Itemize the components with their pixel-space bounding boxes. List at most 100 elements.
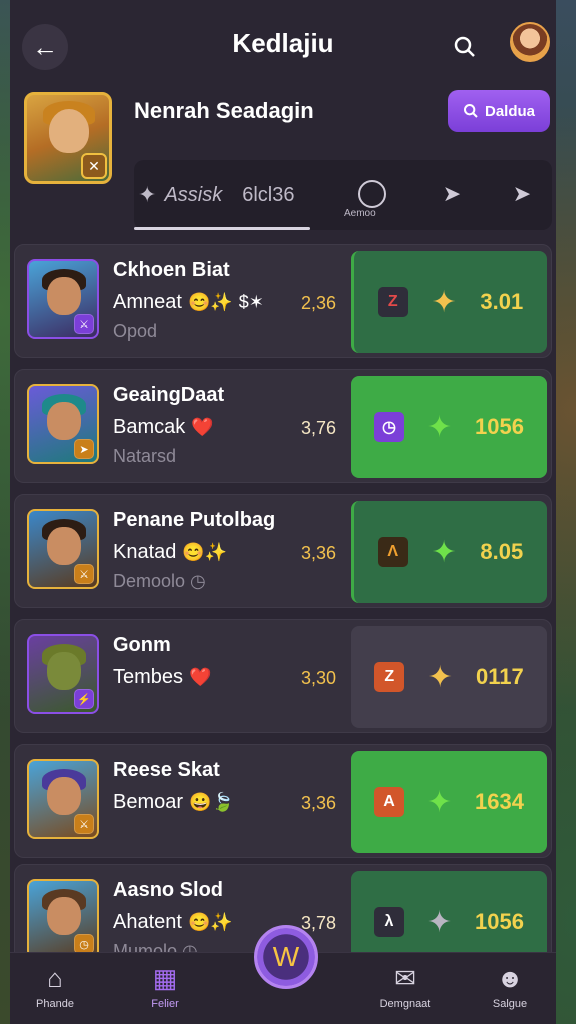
- crossed-swords-icon: ✕: [88, 157, 100, 174]
- gift-icon: ▦: [152, 963, 178, 993]
- tab-timer[interactable]: [354, 176, 390, 212]
- tab-assist-count: 6lcl36: [242, 183, 295, 206]
- player-subtitle: Tembes: [113, 666, 184, 688]
- player-subtitle-row: Bemoar 😀🍃: [113, 791, 234, 814]
- nav-chat-label: Demgnaat: [379, 998, 431, 1010]
- portrait-face: [47, 277, 81, 315]
- player-portrait: ⚔: [27, 759, 99, 839]
- rank-badge: Z: [377, 287, 408, 317]
- portrait-face: [47, 777, 81, 815]
- nav-active[interactable]: ▦ Felier: [120, 963, 210, 1010]
- player-name: Aasno Slod: [113, 879, 224, 901]
- arrow-up-icon: ➤: [442, 181, 462, 206]
- user-icon: ☻: [496, 963, 524, 993]
- player-portrait: ➤: [27, 384, 99, 464]
- nav-home-label: Phande: [36, 998, 74, 1010]
- emoji-icons: 😊✨: [182, 542, 228, 562]
- player-subtitle-row: Ahatent 😊✨: [113, 911, 233, 934]
- active-tab-indicator: [134, 227, 310, 230]
- reward-panel[interactable]: ◷ ✦ 1056: [351, 376, 547, 478]
- search-pill-button[interactable]: Daldua: [448, 90, 550, 132]
- class-badge-icon: ⚔: [74, 564, 94, 584]
- silver-star-icon: ✦: [426, 905, 453, 939]
- list-item[interactable]: ⚡ Gonm Tembes ❤️ 3,30 Z ✦ 0117: [14, 619, 552, 733]
- nav-active-label: Felier: [151, 998, 179, 1010]
- center-action-button[interactable]: W: [254, 925, 318, 989]
- tab-send[interactable]: ➤: [504, 176, 540, 212]
- reward-panel[interactable]: Λ ✦ 8.05: [351, 501, 547, 603]
- search-icon: [454, 36, 475, 57]
- player-portrait: ⚔: [27, 259, 99, 339]
- header: ← Kedlajiu: [10, 18, 556, 74]
- class-badge-icon: ➤: [74, 439, 94, 459]
- class-badge-icon: ⚔: [74, 314, 94, 334]
- reward-panel[interactable]: Z ✦ 0117: [351, 626, 547, 728]
- list-item[interactable]: ⚔ Reese Skat Bemoar 😀🍃 3,36 A ✦ 1634: [14, 744, 552, 858]
- rank-badge: λ: [373, 907, 404, 937]
- emoji-icons: 😀🍃: [189, 792, 234, 812]
- player-status: Demoolo ◷: [113, 571, 206, 591]
- hero-face: [49, 109, 89, 153]
- tab-timer-caption: Aemoo: [344, 208, 376, 219]
- player-score: 3,78: [301, 913, 337, 933]
- nav-profile-label: Salgue: [492, 998, 528, 1010]
- player-subtitle-row: Amneat 😊✨ $✶: [113, 291, 264, 314]
- portrait-face: [47, 897, 81, 935]
- player-name: Reese Skat: [113, 759, 220, 781]
- rank-badge: Z: [374, 662, 405, 692]
- player-status: Natarsd: [113, 446, 177, 466]
- player-score: 3,30: [301, 668, 337, 688]
- reward-panel[interactable]: A ✦ 1634: [351, 751, 547, 853]
- pill-button-label: Daldua: [484, 102, 535, 120]
- player-subtitle-row: Knatad 😊✨: [113, 541, 227, 564]
- player-name: Penane Putolbag: [113, 509, 276, 531]
- emoji-icons: 😊✨: [187, 912, 233, 932]
- player-name: GeaingDaat: [113, 384, 225, 406]
- portrait-face: [47, 402, 81, 440]
- portrait-face: [47, 652, 81, 690]
- search-button[interactable]: [448, 30, 482, 64]
- player-name: Gonm: [113, 634, 171, 656]
- list-item[interactable]: ➤ GeaingDaat Bamcak ❤️ Natarsd 3,76 ◷ ✦ …: [14, 369, 552, 483]
- gold-star-icon: ✦: [427, 660, 453, 694]
- list-item[interactable]: ⚔ Ckhoen Biat Amneat 😊✨ $✶ Opod 2,36 Z ✦…: [14, 244, 552, 358]
- reward-panel[interactable]: Z ✦ 3.01: [351, 251, 547, 353]
- home-icon: ⌂: [47, 963, 63, 993]
- reward-value: 1056: [475, 414, 524, 439]
- timer-icon: [358, 180, 386, 208]
- player-name: Ckhoen Biat: [113, 259, 230, 281]
- hero-portrait[interactable]: ✕: [24, 92, 112, 184]
- hero-class-badge: ✕: [81, 153, 107, 179]
- class-badge-icon: ◷: [74, 934, 94, 954]
- nav-profile[interactable]: ☻ Salgue: [465, 963, 555, 1010]
- chat-icon: ✉: [394, 963, 416, 993]
- player-score: 3,36: [301, 793, 337, 813]
- class-badge-icon: ⚔: [74, 814, 94, 834]
- emoji-icons: ❤️: [191, 417, 214, 437]
- player-subtitle-row: Bamcak ❤️: [113, 416, 214, 439]
- search-icon: [463, 104, 478, 118]
- rank-badge: A: [373, 787, 404, 817]
- player-subtitle: Bamcak: [113, 416, 186, 438]
- player-subtitle: Knatad: [113, 541, 177, 563]
- avatar[interactable]: [510, 22, 550, 62]
- nav-home[interactable]: ⌂ Phande: [10, 963, 100, 1010]
- player-name: Nenrah Seadagin: [134, 98, 314, 123]
- player-status: Opod: [113, 321, 158, 341]
- reward-value: 1634: [475, 789, 524, 814]
- player-score: 3,76: [301, 418, 337, 438]
- tab-assist[interactable]: ✦ Assisk 6lcl36: [138, 182, 295, 208]
- green-star-icon: ✦: [426, 785, 453, 819]
- player-portrait: ◷: [27, 879, 99, 959]
- send-icon: ➤: [512, 181, 532, 206]
- bottom-nav: ⌂ Phande ▦ Felier W ✉ Demgnaat ☻ Salgue: [10, 925, 556, 1024]
- tab-boost[interactable]: ➤: [434, 176, 470, 212]
- nav-chat[interactable]: ✉ Demgnaat: [360, 963, 450, 1010]
- class-badge-icon: ⚡: [74, 689, 94, 709]
- list-item[interactable]: ⚔ Penane Putolbag Knatad 😊✨ Demoolo ◷ 3,…: [14, 494, 552, 608]
- player-subtitle: Bemoar: [113, 791, 184, 813]
- reward-value: 8.05: [480, 539, 524, 564]
- reward-value: 1056: [475, 909, 524, 934]
- emoji-icons: ❤️: [189, 667, 212, 687]
- portrait-face: [47, 527, 81, 565]
